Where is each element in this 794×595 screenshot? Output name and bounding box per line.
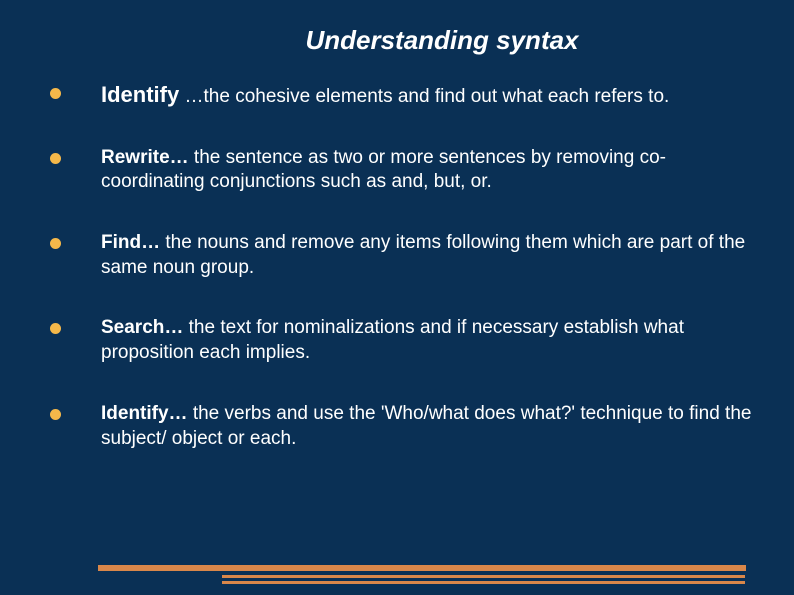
item-text: Find… the nouns and remove any items fol…	[101, 231, 754, 280]
item-text: Identify …the cohesive elements and find…	[101, 81, 754, 110]
list-item: Identify …the cohesive elements and find…	[50, 81, 754, 110]
item-bold: Identify…	[101, 403, 188, 424]
list-item: Rewrite… the sentence as two or more sen…	[50, 146, 754, 195]
list-item: Search… the text for nominalizations and…	[50, 316, 754, 365]
slide-title: Understanding syntax	[0, 25, 794, 56]
item-body: the nouns and remove any items following…	[101, 232, 745, 278]
slide: Understanding syntax Identify …the cohes…	[0, 0, 794, 595]
list-item: Find… the nouns and remove any items fol…	[50, 231, 754, 280]
item-bold: Search…	[101, 317, 183, 338]
bullet-icon	[50, 153, 61, 164]
item-bold: Rewrite…	[101, 147, 189, 168]
bullet-list: Identify …the cohesive elements and find…	[0, 81, 794, 451]
item-body: …the cohesive elements and find out what…	[179, 86, 669, 107]
bullet-icon	[50, 88, 61, 99]
item-text: Identify… the verbs and use the 'Who/wha…	[101, 402, 754, 451]
item-body: the text for nominalizations and if nece…	[101, 317, 684, 363]
decor-line-icon	[222, 575, 745, 578]
bullet-icon	[50, 409, 61, 420]
item-body: the verbs and use the 'Who/what does wha…	[101, 403, 751, 449]
item-text: Rewrite… the sentence as two or more sen…	[101, 146, 754, 195]
list-item: Identify… the verbs and use the 'Who/wha…	[50, 402, 754, 451]
item-bold: Find…	[101, 232, 160, 253]
decor-line-icon	[98, 565, 746, 571]
bullet-icon	[50, 323, 61, 334]
item-text: Search… the text for nominalizations and…	[101, 316, 754, 365]
bullet-icon	[50, 238, 61, 249]
item-bold: Identify	[101, 82, 179, 107]
decor-line-icon	[222, 581, 745, 584]
